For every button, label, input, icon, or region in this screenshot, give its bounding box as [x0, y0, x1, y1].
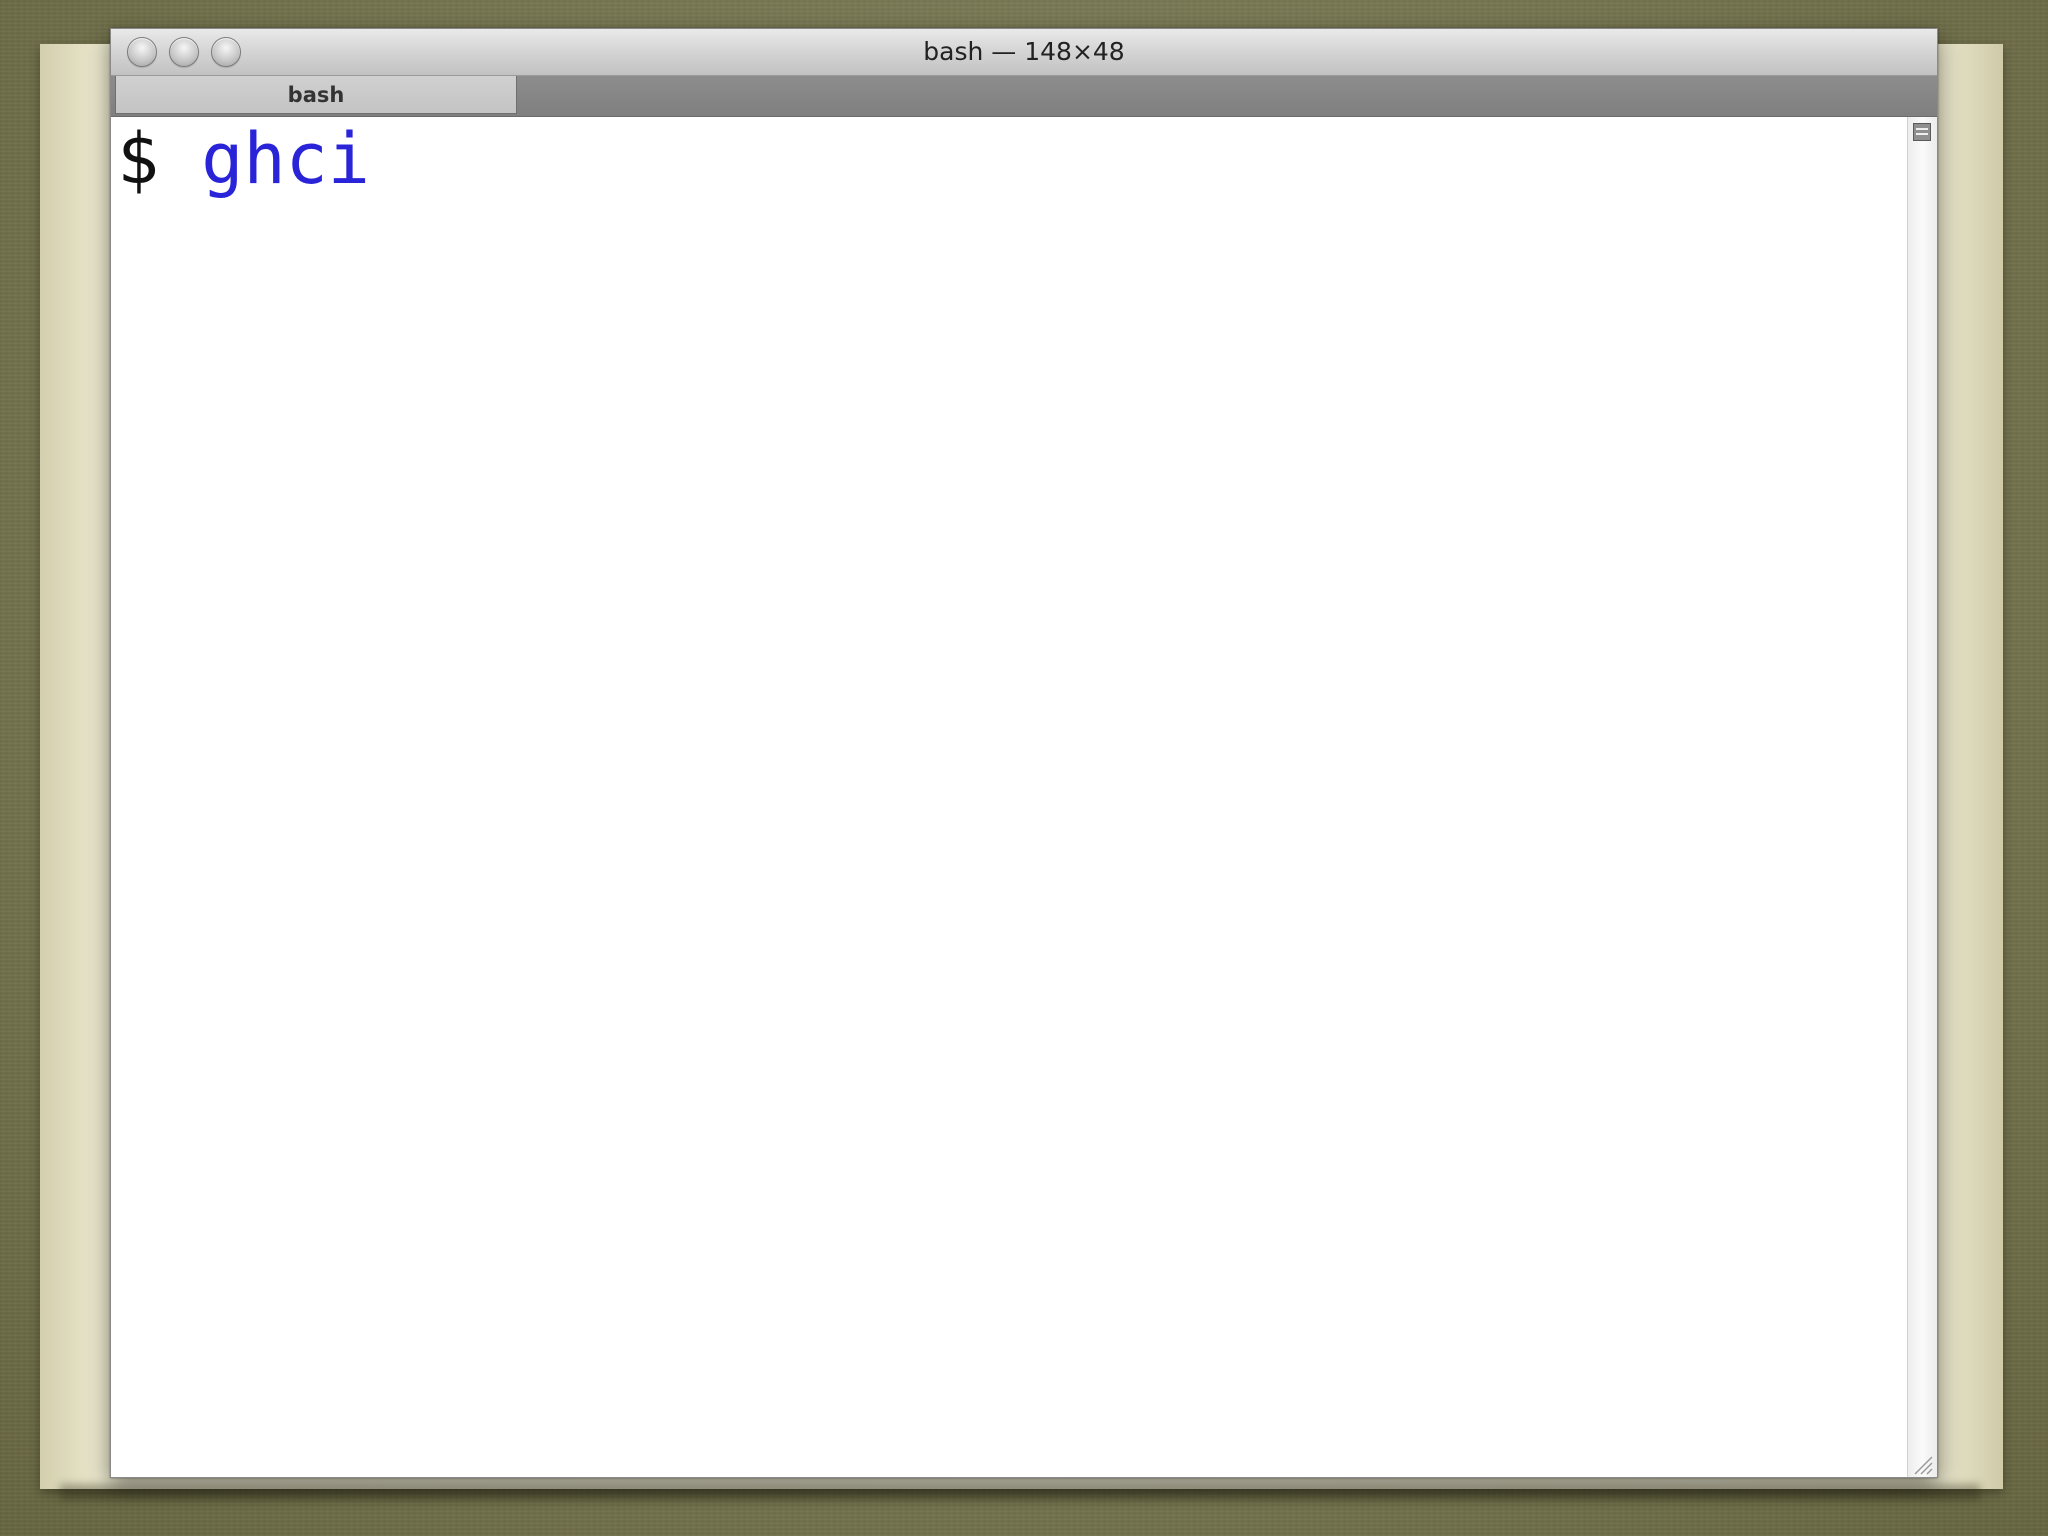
- paper-shadow: [60, 1484, 1980, 1500]
- title-bar[interactable]: bash — 148×48: [111, 29, 1937, 76]
- vertical-scrollbar[interactable]: [1907, 117, 1937, 1477]
- terminal-output[interactable]: $ ghci: [111, 117, 1907, 1477]
- resize-grip-icon[interactable]: [1911, 1453, 1933, 1475]
- typed-command: ghci: [201, 118, 370, 200]
- tab-bash[interactable]: bash: [115, 76, 517, 114]
- tab-bar: bash: [111, 76, 1937, 117]
- terminal-window: bash — 148×48 bash $ ghci: [110, 28, 1938, 1478]
- shell-prompt: $: [117, 118, 202, 200]
- window-title: bash — 148×48: [923, 37, 1125, 66]
- split-pane-icon[interactable]: [1913, 123, 1931, 141]
